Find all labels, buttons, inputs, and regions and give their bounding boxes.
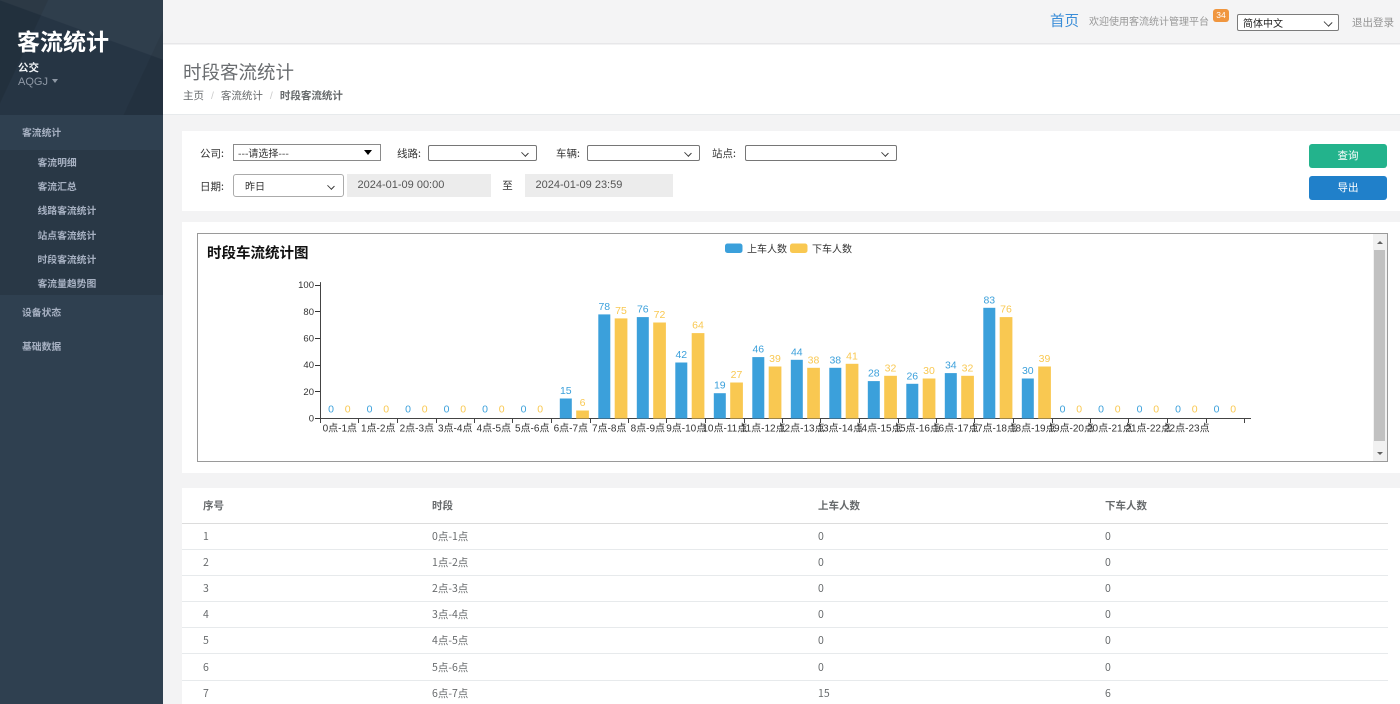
svg-text:6点-7点: 6点-7点	[553, 423, 587, 435]
svg-text:4点-5点: 4点-5点	[476, 423, 510, 435]
svg-text:6: 6	[579, 397, 585, 409]
svg-text:32: 32	[961, 362, 973, 374]
svg-text:30: 30	[1021, 365, 1033, 377]
svg-text:0: 0	[498, 404, 504, 416]
svg-text:100: 100	[298, 280, 314, 291]
svg-text:76: 76	[636, 304, 648, 316]
svg-text:0: 0	[1191, 404, 1197, 416]
svg-text:75: 75	[615, 305, 627, 317]
svg-text:38: 38	[807, 354, 819, 366]
svg-text:0: 0	[443, 404, 449, 416]
svg-text:0: 0	[1213, 404, 1219, 416]
svg-text:39: 39	[1038, 353, 1050, 365]
svg-text:1点-2点: 1点-2点	[360, 423, 394, 435]
svg-text:39: 39	[769, 353, 781, 365]
svg-text:26: 26	[906, 370, 918, 382]
svg-text:0: 0	[421, 404, 427, 416]
svg-text:0: 0	[344, 404, 350, 416]
svg-text:28: 28	[867, 368, 879, 380]
svg-text:0: 0	[537, 404, 543, 416]
svg-text:0: 0	[1153, 404, 1159, 416]
svg-text:27: 27	[730, 369, 742, 381]
svg-text:46: 46	[752, 344, 764, 356]
svg-text:64: 64	[692, 320, 704, 332]
svg-text:44: 44	[790, 346, 802, 358]
svg-text:0: 0	[1098, 404, 1104, 416]
svg-text:下车人数: 下车人数	[812, 243, 852, 256]
svg-text:32: 32	[884, 362, 896, 374]
svg-text:0: 0	[1175, 404, 1181, 416]
svg-text:0: 0	[482, 404, 488, 416]
svg-text:19: 19	[713, 380, 725, 392]
svg-text:0: 0	[1114, 404, 1120, 416]
svg-text:0: 0	[460, 404, 466, 416]
svg-text:22点-23点: 22点-23点	[1164, 423, 1210, 435]
svg-text:76: 76	[1000, 304, 1012, 316]
svg-text:0: 0	[520, 404, 526, 416]
svg-text:0: 0	[366, 404, 372, 416]
svg-text:60: 60	[303, 334, 314, 345]
svg-text:83: 83	[983, 294, 995, 306]
svg-text:78: 78	[598, 301, 610, 313]
svg-text:0点-1点: 0点-1点	[322, 423, 356, 435]
svg-text:72: 72	[653, 309, 665, 321]
svg-text:38: 38	[829, 354, 841, 366]
svg-text:40: 40	[303, 360, 314, 371]
svg-text:30: 30	[923, 365, 935, 377]
svg-text:0: 0	[405, 404, 411, 416]
svg-text:15: 15	[559, 385, 571, 397]
svg-text:上车人数: 上车人数	[747, 243, 787, 256]
svg-text:41: 41	[846, 350, 858, 362]
svg-text:2点-3点: 2点-3点	[399, 423, 433, 435]
svg-text:9点-10点: 9点-10点	[666, 423, 706, 435]
svg-text:5点-6点: 5点-6点	[514, 423, 548, 435]
svg-text:3点-4点: 3点-4点	[437, 423, 471, 435]
svg-text:0: 0	[328, 404, 334, 416]
svg-text:8点-9点: 8点-9点	[630, 423, 664, 435]
svg-text:0: 0	[383, 404, 389, 416]
svg-text:0: 0	[308, 414, 313, 425]
svg-text:0: 0	[1076, 404, 1082, 416]
svg-text:0: 0	[1136, 404, 1142, 416]
svg-text:42: 42	[675, 349, 687, 361]
svg-text:80: 80	[303, 307, 314, 318]
svg-text:0: 0	[1059, 404, 1065, 416]
svg-text:34: 34	[944, 360, 956, 372]
svg-text:20: 20	[303, 387, 314, 398]
svg-text:7点-8点: 7点-8点	[591, 423, 625, 435]
svg-text:0: 0	[1230, 404, 1236, 416]
